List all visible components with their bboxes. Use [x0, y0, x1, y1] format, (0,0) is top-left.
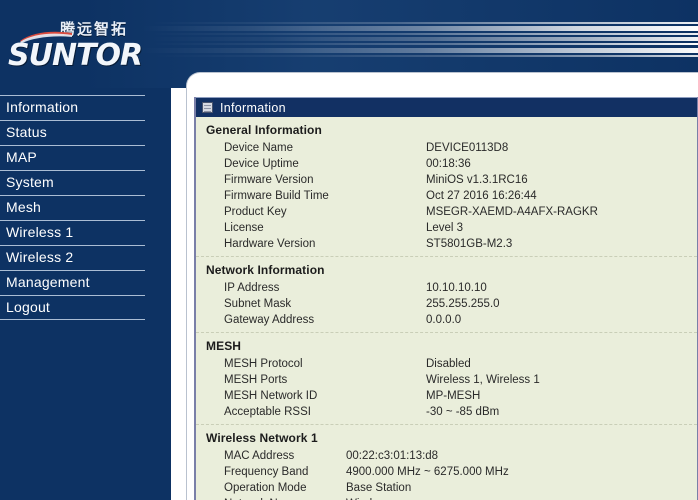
info-row: MAC Address 00:22:c3:01:13:d8 [196, 448, 697, 464]
info-row-value: 00:22:c3:01:13:d8 [346, 450, 439, 462]
info-row-label: MESH Ports [224, 374, 288, 386]
info-row-label: Network Name [196, 496, 346, 500]
info-row-label: Firmware Build Time [224, 190, 329, 202]
info-row-label: Hardware Version [224, 238, 316, 250]
panel-title-bar: Information [196, 97, 697, 117]
info-row-value: Oct 27 2016 16:26:44 [426, 190, 537, 202]
section-heading: General Information [206, 123, 322, 137]
info-row-label: Firmware Version [224, 174, 314, 186]
info-row-value: 00:18:36 [426, 158, 471, 170]
sidebar-item-information[interactable]: Information [0, 95, 171, 120]
info-row: IP Address 10.10.10.10 [196, 280, 697, 296]
info-row-label: Device Uptime [224, 158, 299, 170]
window-icon [202, 102, 213, 113]
info-row-label: MAC Address [224, 450, 295, 462]
sidebar-item-label: System [6, 174, 54, 190]
banner-streak [138, 48, 698, 53]
info-row-value: MSEGR-XAEMD-A4AFX-RAGKR [426, 206, 598, 218]
info-row: Firmware Build Time Oct 27 2016 16:26:44 [196, 188, 697, 204]
info-row-value: MP-MESH [426, 390, 481, 402]
info-row: MESH Ports Wireless 1, Wireless 1 [196, 372, 697, 388]
sidebar-item-status[interactable]: Status [0, 120, 171, 145]
info-row: Operation Mode Base Station [196, 480, 697, 496]
info-row: Gateway Address 0.0.0.0 [196, 312, 697, 328]
sidebar-item-label: Wireless 1 [6, 224, 74, 240]
content-card: Information General Information Device Na… [186, 72, 698, 500]
brand-logo[interactable]: 腾远智拓 SUNTOR [6, 18, 146, 76]
sidebar-item-label: MAP [6, 149, 37, 165]
info-row: Acceptable RSSI -30 ~ -85 dBm [196, 404, 697, 420]
sidebar-item-system[interactable]: System [0, 170, 171, 195]
info-row-value: 0.0.0.0 [426, 314, 462, 326]
info-row-label: Operation Mode [224, 482, 307, 494]
info-row: License Level 3 [196, 220, 697, 236]
info-row-label: Acceptable RSSI [224, 406, 311, 418]
information-panel: Information General Information Device Na… [194, 97, 698, 500]
info-row: Subnet Mask 255.255.255.0 [196, 296, 697, 312]
banner-streak [146, 37, 698, 41]
info-row-label: Gateway Address [224, 314, 315, 326]
info-row-label: IP Address [224, 282, 280, 294]
info-row: Hardware Version ST5801GB-M2.3 [196, 236, 697, 252]
info-section: Network Information IP Address 10.10.10.10… [196, 256, 697, 332]
sidebar-item-label: Mesh [6, 199, 42, 215]
info-section: General Information Device Name DEVICE0113… [196, 117, 697, 256]
info-row: Network NameWireless [196, 496, 697, 500]
section-heading: Wireless Network 1 [206, 431, 318, 445]
info-row: MESH Protocol Disabled [196, 356, 697, 372]
info-row-value: Wireless [346, 496, 390, 500]
info-row-value: Disabled [426, 358, 471, 370]
sidebar-item-mesh[interactable]: Mesh [0, 195, 171, 220]
info-row-label: MESH Network ID [224, 390, 318, 402]
info-row-label: Product Key [224, 206, 287, 218]
banner-streak [150, 22, 698, 24]
page-root: 腾远智拓 SUNTOR Information Status MAP System Me… [0, 0, 698, 500]
info-row-value: MiniOS v1.3.1RC16 [426, 174, 528, 186]
logo-wordmark: SUNTOR [8, 38, 143, 73]
info-row: Product Key MSEGR-XAEMD-A4AFX-RAGKR [196, 204, 697, 220]
banner-streak [150, 55, 698, 57]
info-section: MESH MESH Protocol Disabled MESH Ports Wirel… [196, 332, 697, 424]
info-row-label: Subnet Mask [224, 298, 292, 310]
info-row: Firmware Version MiniOS v1.3.1RC16 [196, 172, 697, 188]
info-row-value: -30 ~ -85 dBm [426, 406, 500, 418]
info-row-value: Level 3 [426, 222, 464, 234]
info-row: Device Name DEVICE0113D8 [196, 140, 697, 156]
sidebar-item-label: Wireless 2 [6, 249, 74, 265]
banner-streak [150, 33, 698, 35]
sidebar-item-wireless-2[interactable]: Wireless 2 [0, 245, 171, 270]
sidebar-item-map[interactable]: MAP [0, 145, 171, 170]
panel-body: General Information Device Name DEVICE0113… [196, 117, 697, 500]
info-row-value: Base Station [346, 482, 412, 494]
info-row-label: MESH Protocol [224, 358, 303, 370]
info-row-value: ST5801GB-M2.3 [426, 238, 513, 250]
sidebar-item-logout[interactable]: Logout [0, 295, 171, 320]
sidebar-nav: Information Status MAP System Mesh Wireless 1… [0, 88, 171, 500]
info-row-value: DEVICE0113D8 [426, 142, 509, 154]
info-row-value: 255.255.255.0 [426, 298, 500, 310]
info-row-value: 4900.000 MHz ~ 6275.000 MHz [346, 466, 509, 478]
panel-title-label: Information [220, 100, 286, 115]
info-row-label: Frequency Band [224, 466, 309, 478]
section-heading: MESH [206, 339, 242, 353]
info-section: Wireless Network 1 MAC Address 00:22:c3:01… [196, 424, 697, 500]
sidebar-item-wireless-1[interactable]: Wireless 1 [0, 220, 171, 245]
section-heading: Network Information [206, 263, 325, 277]
info-row-label: Device Name [224, 142, 294, 154]
banner-streak [150, 43, 698, 45]
info-row: Frequency Band 4900.000 MHz ~ 6275.000 MH… [196, 464, 697, 480]
info-row-value: 10.10.10.10 [426, 282, 487, 294]
info-row: Device Uptime 00:18:36 [196, 156, 697, 172]
info-row-value: Wireless 1, Wireless 1 [426, 374, 540, 386]
sidebar-item-label: Information [6, 99, 79, 115]
info-row-label: License [224, 222, 264, 234]
sidebar-item-management[interactable]: Management [0, 270, 171, 295]
banner-streak [142, 26, 698, 31]
info-row: MESH Network ID MP-MESH [196, 388, 697, 404]
sidebar-item-label: Logout [6, 299, 51, 315]
sidebar-item-label: Management [6, 274, 90, 290]
sidebar-item-label: Status [6, 124, 47, 140]
